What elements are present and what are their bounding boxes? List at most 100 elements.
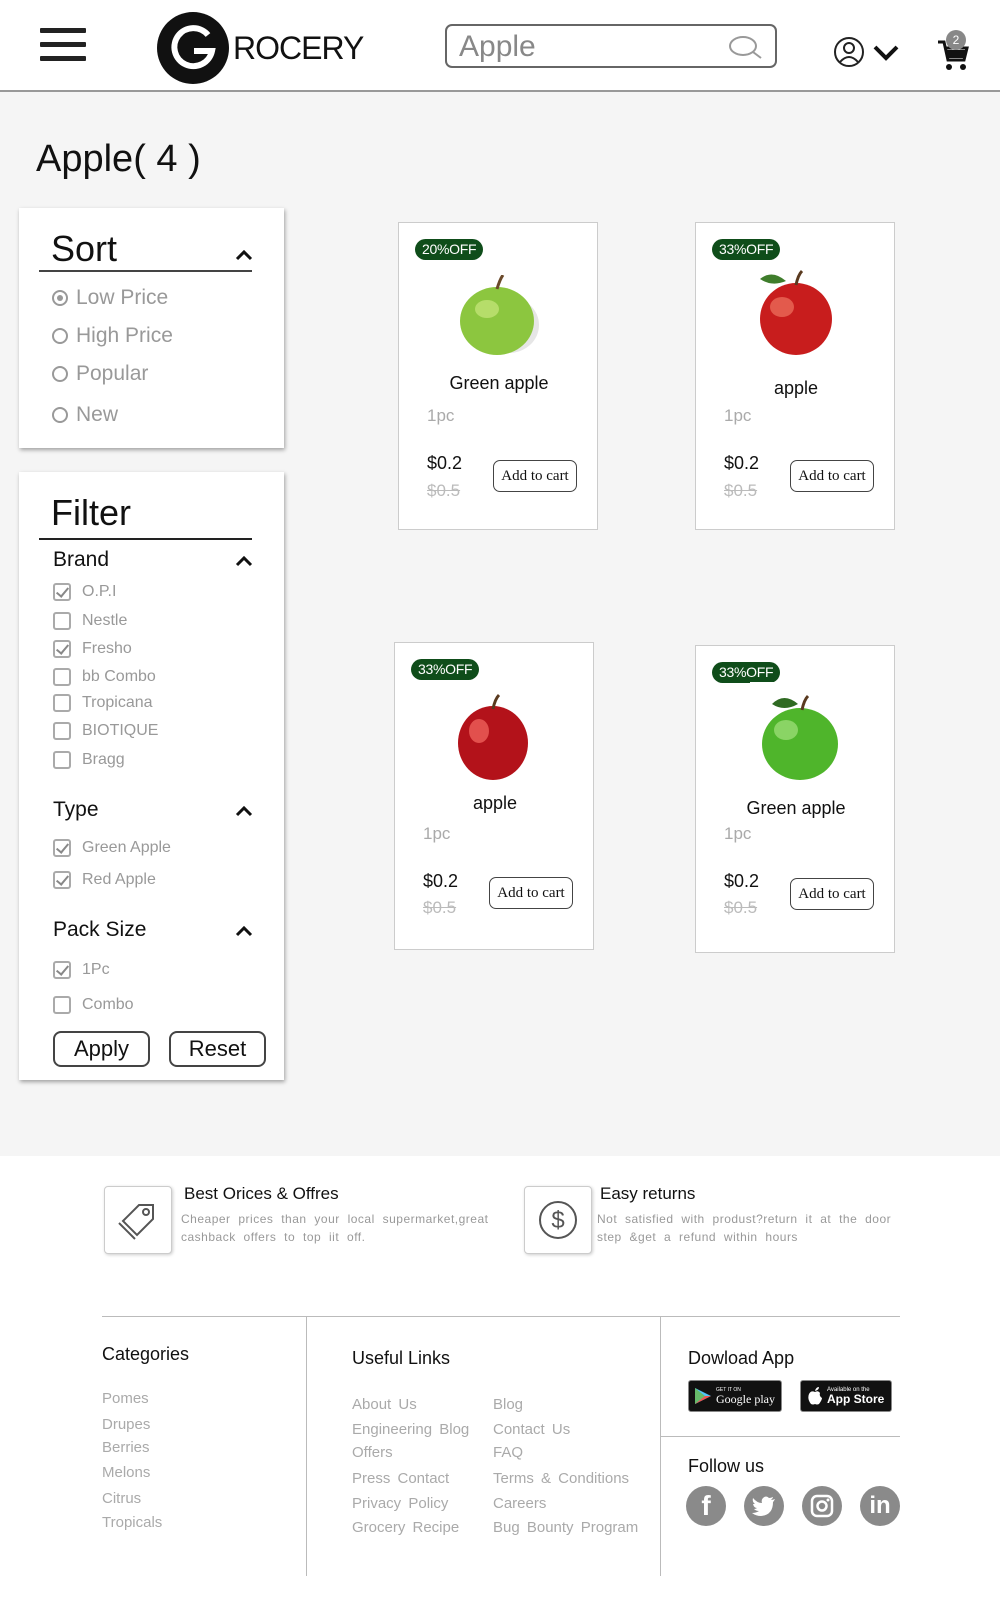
product-name[interactable]: apple <box>696 378 896 399</box>
checkbox[interactable] <box>53 722 71 740</box>
radio-button[interactable] <box>52 290 68 306</box>
product-price: $0.2 <box>423 871 459 891</box>
add-to-cart-button[interactable]: Add to cart <box>489 877 573 909</box>
footer-link[interactable]: Careers <box>493 1495 546 1512</box>
product-price: $0.2 <box>724 871 760 891</box>
footer-link[interactable]: Contact Us <box>493 1421 570 1438</box>
footer-link[interactable]: Blog <box>493 1396 523 1413</box>
app-store-button[interactable]: Available on the App Store <box>800 1380 892 1412</box>
checkbox[interactable] <box>53 583 71 601</box>
chevron-down-icon[interactable] <box>872 44 900 67</box>
collapse-brand-icon[interactable] <box>235 554 253 572</box>
checkbox[interactable] <box>53 751 71 769</box>
checkbox[interactable] <box>53 996 71 1014</box>
pack-option-1pc[interactable]: 1Pc <box>53 958 110 982</box>
useful-links-heading: Useful Links <box>352 1348 451 1368</box>
brand-option-bb-combo[interactable]: bb Combo <box>53 665 156 689</box>
footer-divider <box>660 1436 900 1437</box>
sort-option-popular[interactable]: Popular <box>52 360 148 388</box>
footer-link[interactable]: About Us <box>352 1396 417 1413</box>
product-name[interactable]: apple <box>395 793 595 814</box>
collapse-type-icon[interactable] <box>235 804 253 822</box>
collapse-pack-size-icon[interactable] <box>235 924 253 942</box>
product-name[interactable]: Green apple <box>696 798 896 819</box>
checkbox[interactable] <box>53 871 71 889</box>
footer-link[interactable]: Terms & Conditions <box>493 1470 629 1487</box>
linkedin-icon[interactable]: in <box>860 1486 900 1526</box>
brand-label: Nestle <box>82 612 128 629</box>
product-qty: 1pc <box>724 406 752 425</box>
radio-button[interactable] <box>52 328 68 344</box>
menu-icon[interactable] <box>40 28 86 64</box>
filter-panel: Filter Brand O.P.I Nestle Fresho bb Comb… <box>19 472 284 1080</box>
sort-panel: Sort Low Price High Price Popular New <box>19 208 284 448</box>
footer-link[interactable]: Privacy Policy <box>352 1495 448 1512</box>
pack-label: 1Pc <box>82 961 110 978</box>
sort-option-low-price[interactable]: Low Price <box>52 284 168 312</box>
search-icon[interactable] <box>727 34 763 65</box>
facebook-icon[interactable]: f <box>686 1486 726 1526</box>
footer-link[interactable]: FAQ <box>493 1444 523 1461</box>
category-link[interactable]: Citrus <box>102 1490 141 1507</box>
pack-option-combo[interactable]: Combo <box>53 993 134 1017</box>
category-link[interactable]: Pomes <box>102 1390 149 1407</box>
search-input[interactable] <box>457 30 721 64</box>
sort-option-label: New <box>76 403 119 426</box>
logo-g-icon <box>157 12 229 84</box>
checkbox[interactable] <box>53 694 71 712</box>
add-to-cart-button[interactable]: Add to cart <box>790 460 874 492</box>
brand-option-tropicana[interactable]: Tropicana <box>53 691 153 715</box>
type-option-green-apple[interactable]: Green Apple <box>53 836 171 860</box>
footer-link[interactable]: Press Contact <box>352 1470 449 1487</box>
brand-option-bragg[interactable]: Bragg <box>53 748 125 772</box>
search-box[interactable] <box>445 24 777 68</box>
product-qty: 1pc <box>724 824 752 843</box>
category-link[interactable]: Melons <box>102 1464 150 1481</box>
footer-link[interactable]: Grocery Recipe <box>352 1519 459 1536</box>
sort-option-new[interactable]: New <box>52 401 118 429</box>
brand-label: BIOTIQUE <box>82 722 159 739</box>
instagram-icon[interactable] <box>802 1486 842 1526</box>
add-to-cart-button[interactable]: Add to cart <box>493 460 577 492</box>
checkbox[interactable] <box>53 668 71 686</box>
product-card[interactable]: 33%OFF apple 1pc $0.2 $0.5 Add to cart <box>394 642 594 950</box>
checkbox[interactable] <box>53 612 71 630</box>
category-link[interactable]: Tropicals <box>102 1514 162 1531</box>
footer-link[interactable]: Engineering Blog <box>352 1421 469 1438</box>
product-card[interactable]: 33%OFF Green apple 1pc $0.2 $0.5 Add to … <box>695 645 895 953</box>
footer-divider <box>102 1316 900 1317</box>
collapse-sort-icon[interactable] <box>235 248 253 266</box>
sort-option-high-price[interactable]: High Price <box>52 322 173 350</box>
product-qty: 1pc <box>423 824 451 843</box>
reset-button[interactable]: Reset <box>169 1031 266 1067</box>
brand-option-opi[interactable]: O.P.I <box>53 580 116 604</box>
brand-option-nestle[interactable]: Nestle <box>53 609 127 633</box>
user-icon[interactable] <box>833 36 865 73</box>
product-name[interactable]: Green apple <box>399 373 599 394</box>
google-play-button[interactable]: GET IT ON Google play <box>688 1380 782 1412</box>
add-to-cart-button[interactable]: Add to cart <box>790 878 874 910</box>
cart-count-badge: 2 <box>946 30 966 50</box>
product-card[interactable]: 20%OFF Green apple 1pc $0.2 $0.5 Add to … <box>398 222 598 530</box>
product-card[interactable]: 33%OFF apple 1pc $0.2 $0.5 Add to cart <box>695 222 895 530</box>
radio-button[interactable] <box>52 407 68 423</box>
type-label: Red Apple <box>82 871 156 888</box>
discount-badge: 33%OFF <box>712 662 781 683</box>
category-link[interactable]: Drupes <box>102 1416 150 1433</box>
discount-badge: 33%OFF <box>411 659 480 680</box>
apply-button[interactable]: Apply <box>53 1031 150 1067</box>
checkbox[interactable] <box>53 640 71 658</box>
app-store-label: App Store <box>827 1392 885 1406</box>
brand-option-fresho[interactable]: Fresho <box>53 637 132 661</box>
category-link[interactable]: Berries <box>102 1439 150 1456</box>
checkbox[interactable] <box>53 961 71 979</box>
footer-link[interactable]: Bug Bounty Program <box>493 1519 638 1536</box>
logo[interactable]: ROCERY <box>157 12 364 84</box>
radio-button[interactable] <box>52 366 68 382</box>
dollar-circle-icon: $ <box>524 1186 592 1254</box>
brand-option-biotique[interactable]: BIOTIQUE <box>53 719 158 743</box>
checkbox[interactable] <box>53 839 71 857</box>
twitter-icon[interactable] <box>744 1486 784 1526</box>
type-option-red-apple[interactable]: Red Apple <box>53 868 156 892</box>
footer-link[interactable]: Offers <box>352 1444 393 1461</box>
